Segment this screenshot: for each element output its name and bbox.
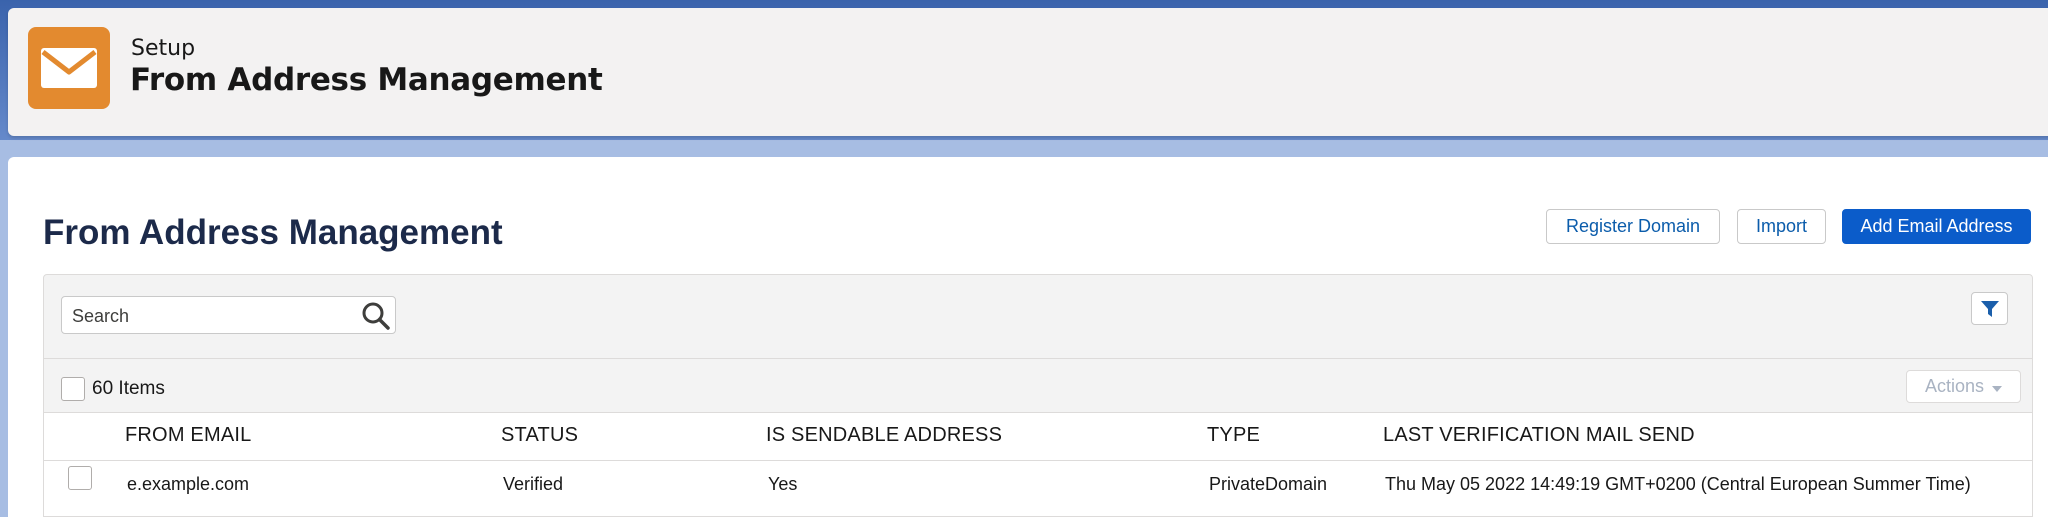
mail-icon <box>28 27 110 109</box>
search-input[interactable] <box>72 304 342 328</box>
items-count: 60 Items <box>92 378 165 399</box>
page-title: From Address Management <box>43 213 503 252</box>
row-checkbox[interactable] <box>68 466 92 490</box>
filter-button[interactable] <box>1971 292 2008 325</box>
row-type: PrivateDomain <box>1209 474 1328 494</box>
row-status: Verified <box>503 474 564 494</box>
register-domain-button[interactable]: Register Domain <box>1546 209 1720 244</box>
actions-dropdown[interactable]: Actions <box>1906 370 2021 403</box>
column-header-from-email[interactable]: FROM EMAIL <box>125 424 251 447</box>
column-header-is-sendable-address[interactable]: IS SENDABLE ADDRESS <box>766 424 1002 447</box>
row-sendable: Yes <box>768 474 798 494</box>
column-header-type[interactable]: TYPE <box>1207 424 1260 447</box>
search-icon[interactable] <box>361 301 391 331</box>
row-from-email: e.example.com <box>127 474 250 494</box>
table-header <box>44 412 2032 461</box>
filter-icon <box>1980 300 1999 317</box>
import-button[interactable]: Import <box>1737 209 1826 244</box>
row-last-verification: Thu May 05 2022 14:49:19 GMT+0200 (Centr… <box>1385 474 1971 494</box>
column-header-status[interactable]: STATUS <box>501 424 578 447</box>
select-all-checkbox[interactable] <box>61 377 85 401</box>
actions-label: Actions <box>1924 376 1985 396</box>
toolbar-divider <box>44 358 2032 359</box>
header-subtitle: Setup <box>131 36 196 61</box>
search-field[interactable] <box>61 296 396 334</box>
header-title: From Address Management <box>130 62 603 98</box>
chevron-down-icon <box>1992 376 2003 397</box>
add-email-address-button[interactable]: Add Email Address <box>1842 209 2031 244</box>
column-header-last-verification[interactable]: LAST VERIFICATION MAIL SEND <box>1383 424 1695 447</box>
